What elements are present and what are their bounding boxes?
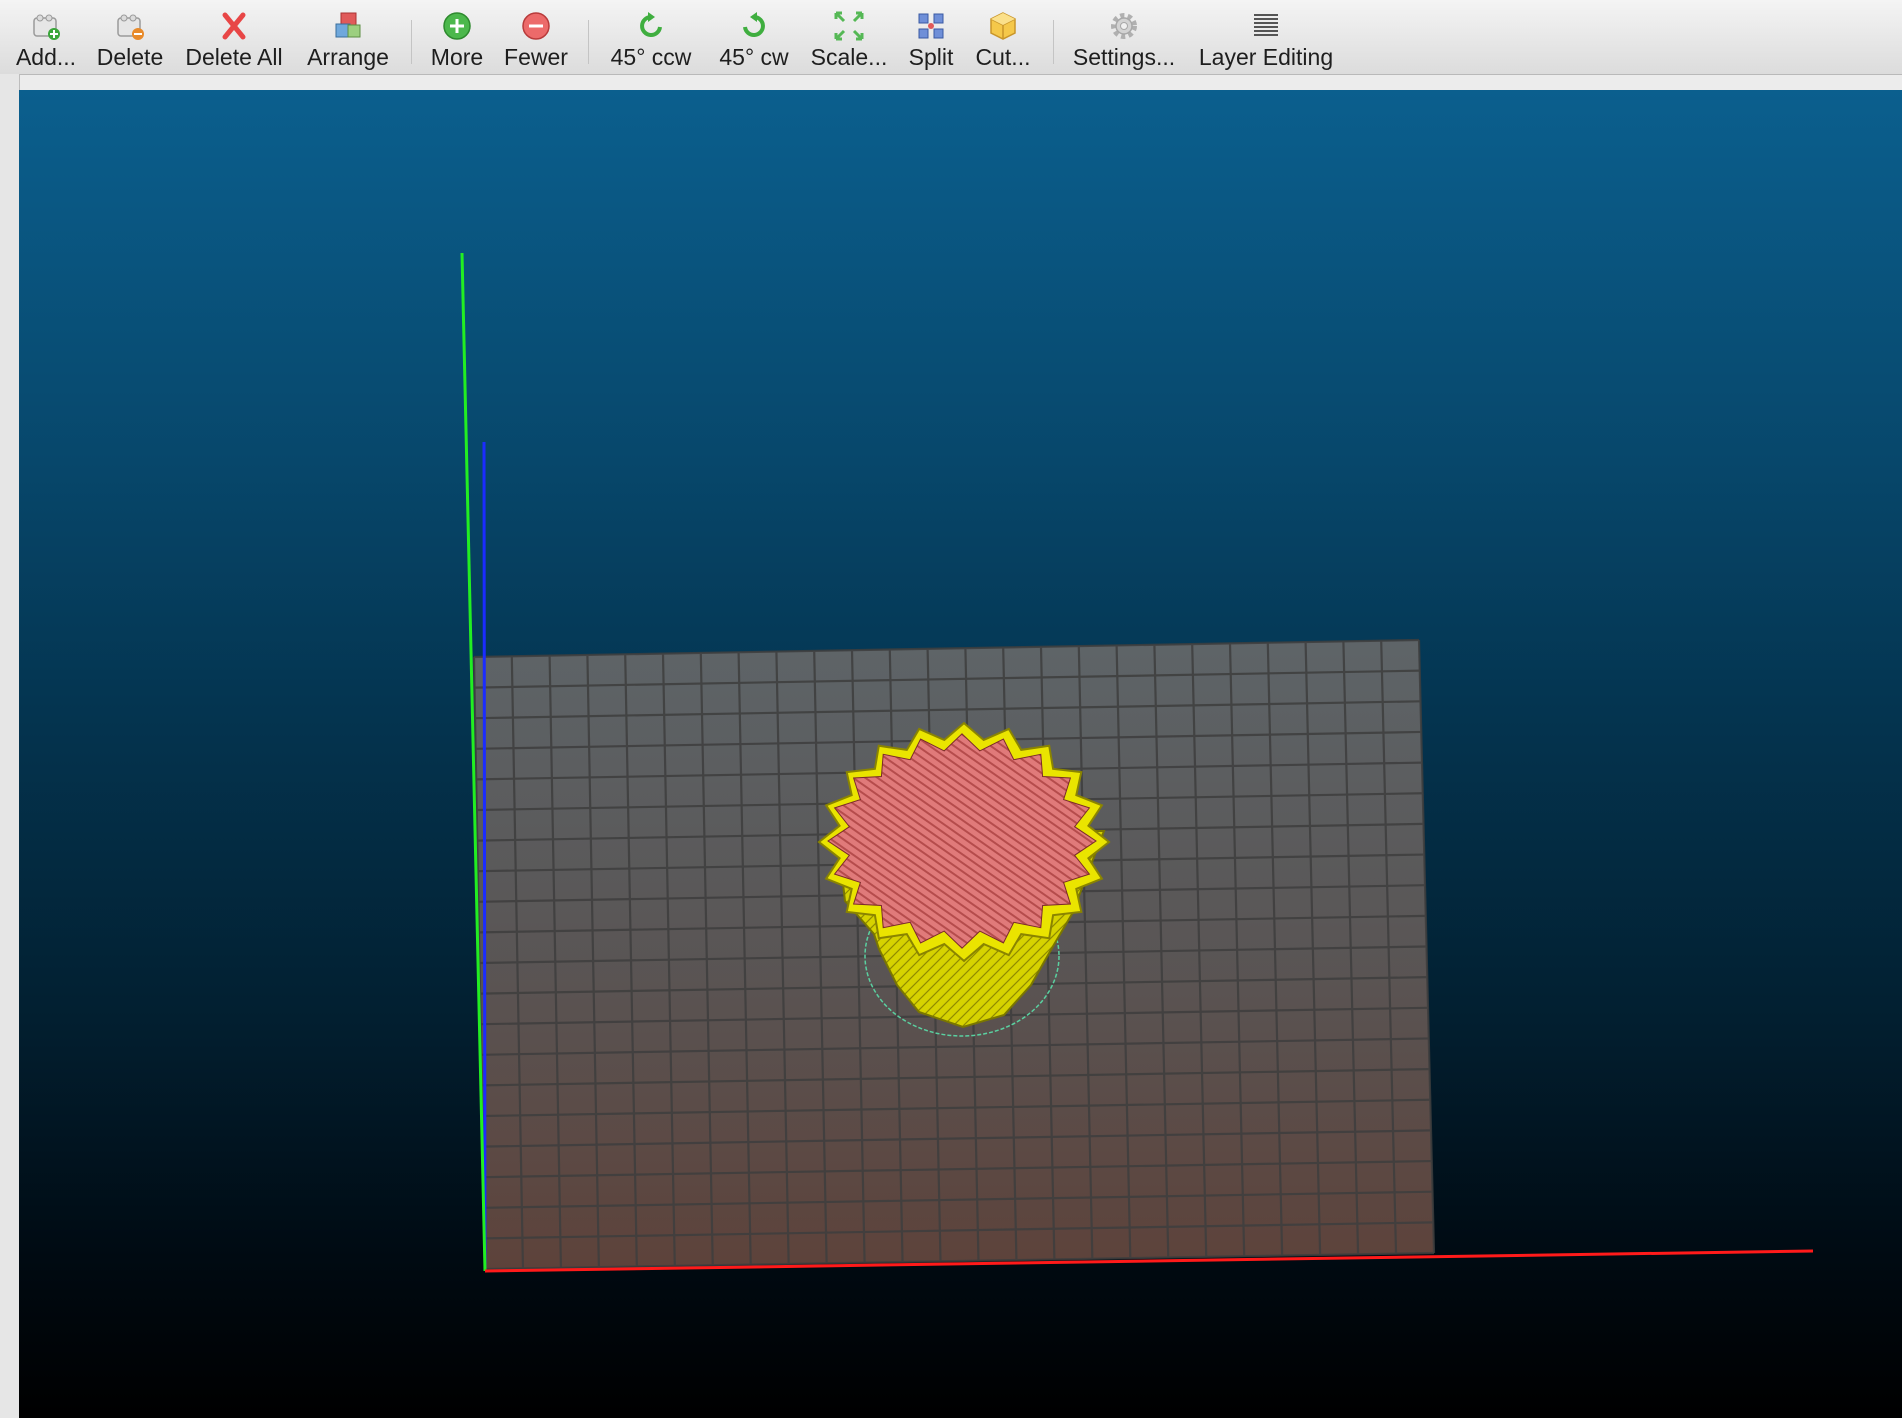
delete-button[interactable]: Delete	[92, 0, 168, 74]
more-copies-icon	[443, 12, 471, 40]
delete-all-icon	[222, 12, 246, 40]
arrange-icon	[335, 12, 361, 38]
delete-button-label: Delete	[96, 44, 164, 70]
scale-button-label: Scale...	[810, 44, 888, 70]
rotate-ccw-button[interactable]: 45° ccw	[602, 0, 700, 74]
add-button-label: Add...	[15, 44, 77, 70]
split-icon	[918, 13, 944, 39]
scale-icon	[834, 11, 864, 41]
3d-viewport[interactable]	[19, 90, 1902, 1418]
rotate-ccw-button-label: 45° ccw	[610, 44, 692, 70]
more-button-label: More	[430, 44, 484, 70]
3d-scene	[460, 252, 1814, 1273]
arrange-button[interactable]: Arrange	[298, 0, 398, 74]
cut-button[interactable]: Cut...	[970, 0, 1036, 74]
toolbar-separator	[411, 20, 412, 64]
rotate-ccw-icon	[640, 12, 662, 37]
split-button[interactable]: Split	[900, 0, 962, 74]
rotate-cw-icon	[743, 12, 765, 37]
settings-button-label: Settings...	[1072, 44, 1176, 70]
toolbar-separator	[1053, 20, 1054, 64]
left-panel-edge	[0, 74, 20, 1418]
fewer-button[interactable]: Fewer	[500, 0, 572, 74]
layer-editing-button[interactable]: Layer Editing	[1190, 0, 1342, 74]
cut-icon	[990, 12, 1016, 40]
split-button-label: Split	[908, 44, 954, 70]
add-object-icon	[33, 14, 60, 40]
layer-editing-button-label: Layer Editing	[1198, 44, 1334, 70]
delete-all-button-label: Delete All	[185, 44, 283, 70]
toolbar: Add... Delete Delete All Arrange More Fe…	[0, 0, 1902, 75]
delete-all-button[interactable]: Delete All	[180, 0, 288, 74]
rotate-cw-button[interactable]: 45° cw	[710, 0, 798, 74]
add-button[interactable]: Add...	[10, 0, 82, 74]
fewer-copies-icon	[522, 12, 550, 40]
layer-editing-icon	[1254, 14, 1278, 36]
z-axis	[482, 441, 487, 1272]
settings-gear-icon	[1111, 13, 1137, 39]
toolbar-separator	[588, 20, 589, 64]
fewer-button-label: Fewer	[504, 44, 568, 70]
more-button[interactable]: More	[422, 0, 492, 74]
scale-button[interactable]: Scale...	[808, 0, 890, 74]
delete-object-icon	[117, 14, 144, 40]
rotate-cw-button-label: 45° cw	[719, 44, 789, 70]
cut-button-label: Cut...	[975, 44, 1031, 70]
arrange-button-label: Arrange	[307, 44, 389, 70]
settings-button[interactable]: Settings...	[1068, 0, 1180, 74]
